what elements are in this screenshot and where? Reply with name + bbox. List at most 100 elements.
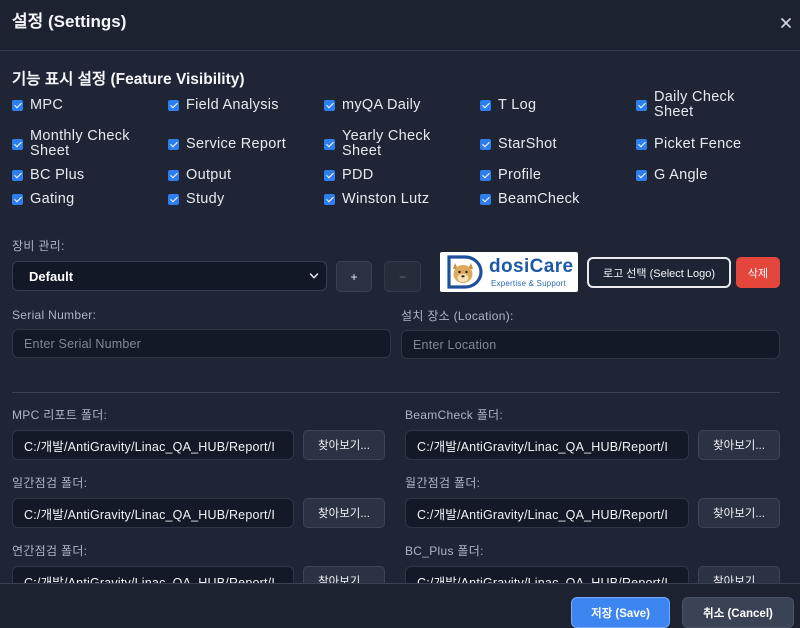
feature-item-profile[interactable]: Profile — [480, 168, 636, 183]
checkbox-monthly-check-sheet[interactable] — [12, 138, 23, 150]
checkbox-beamcheck[interactable] — [480, 194, 491, 205]
dialog-footer: 저장 (Save) 취소 (Cancel) — [0, 583, 800, 628]
feature-label-beamcheck: BeamCheck — [498, 191, 580, 207]
feature-label-mpc: MPC — [30, 96, 64, 113]
settings-dialog: 설정 (Settings) 기능 표시 설정 (Feature Visibili… — [0, 0, 800, 628]
equipment-select-value: Default — [29, 268, 74, 284]
feature-item-winston-lutz[interactable]: Winston Lutz — [324, 192, 480, 207]
feature-label-study: Study — [186, 191, 225, 207]
yearly-check-folder-label: 연간점검 폴더: — [12, 544, 88, 558]
bc-plus-folder-input[interactable] — [405, 566, 689, 583]
feature-label-yearly-check-sheet: Yearly Check Sheet — [342, 128, 431, 159]
feature-item-study[interactable]: Study — [168, 192, 324, 207]
checkbox-study[interactable] — [168, 194, 179, 205]
checkbox-gating[interactable] — [12, 194, 23, 205]
checkbox-profile[interactable] — [480, 170, 491, 181]
feature-item-field-analysis[interactable]: Field Analysis — [168, 90, 324, 120]
checkbox-service-report[interactable] — [168, 138, 179, 150]
feature-item-mpc[interactable]: MPC — [12, 90, 168, 120]
feature-item-g-angle[interactable]: G Angle — [636, 168, 792, 183]
logo-tagline-text: Expertise & Support — [491, 279, 566, 288]
feature-label-output: Output — [186, 167, 232, 183]
feature-label-daily-check-sheet: Daily Check Sheet — [654, 89, 735, 120]
feature-label-field-analysis: Field Analysis — [186, 96, 279, 113]
bc-plus-folder-label: BC_Plus 폴더: — [405, 544, 484, 558]
feature-item-starshot[interactable]: StarShot — [480, 129, 636, 159]
checkbox-pdd[interactable] — [324, 170, 335, 181]
checkbox-winston-lutz[interactable] — [324, 194, 335, 205]
checkbox-field-analysis[interactable] — [168, 99, 179, 111]
checkbox-t-log[interactable] — [480, 99, 491, 111]
checkbox-myqa-daily[interactable] — [324, 99, 335, 111]
feature-label-monthly-check-sheet: Monthly Check Sheet — [30, 128, 130, 159]
logo-brand-text: dosiCare — [489, 256, 574, 277]
equipment-select[interactable]: Default — [12, 261, 327, 291]
feature-label-t-log: T Log — [498, 96, 537, 113]
dog-logo-icon — [447, 255, 483, 289]
close-button[interactable] — [779, 16, 793, 30]
feature-label-myqa-daily: myQA Daily — [342, 96, 421, 113]
mpc-folder-input[interactable] — [12, 430, 294, 460]
feature-item-gating[interactable]: Gating — [12, 192, 168, 207]
monthly-check-folder-label: 월간점검 폴더: — [405, 476, 481, 490]
feature-label-profile: Profile — [498, 167, 542, 183]
feature-item-daily-check-sheet[interactable]: Daily Check Sheet — [636, 90, 792, 120]
feature-item-service-report[interactable]: Service Report — [168, 129, 324, 159]
equipment-label: 장비 관리: — [12, 239, 65, 253]
section-divider — [12, 392, 780, 393]
beamcheck-folder-label: BeamCheck 폴더: — [405, 408, 504, 422]
checkbox-g-angle[interactable] — [636, 170, 647, 181]
feature-item-bc-plus[interactable]: BC Plus — [12, 168, 168, 183]
feature-label-g-angle: G Angle — [654, 167, 708, 183]
feature-item-output[interactable]: Output — [168, 168, 324, 183]
mpc-folder-browse-button[interactable]: 찾아보기... — [303, 430, 385, 460]
yearly-check-folder-browse-button[interactable]: 찾아보기... — [303, 566, 385, 583]
serial-number-label: Serial Number: — [12, 308, 97, 322]
location-input[interactable] — [401, 330, 780, 359]
feature-label-service-report: Service Report — [186, 135, 287, 152]
remove-equipment-button[interactable]: − — [384, 261, 421, 292]
feature-item-picket-fence[interactable]: Picket Fence — [636, 129, 792, 159]
bc-plus-folder-browse-button[interactable]: 찾아보기... — [698, 566, 780, 583]
checkbox-daily-check-sheet[interactable] — [636, 99, 647, 111]
feature-item-yearly-check-sheet[interactable]: Yearly Check Sheet — [324, 129, 480, 159]
delete-logo-button[interactable]: 삭제 — [736, 257, 780, 288]
dialog-title: 설정 (Settings) — [12, 12, 127, 31]
daily-check-folder-label: 일간점검 폴더: — [12, 476, 88, 490]
add-equipment-button[interactable]: + — [336, 261, 372, 292]
feature-item-myqa-daily[interactable]: myQA Daily — [324, 90, 480, 120]
feature-item-t-log[interactable]: T Log — [480, 90, 636, 120]
yearly-check-folder-input[interactable] — [12, 566, 294, 583]
feature-label-starshot: StarShot — [498, 135, 557, 152]
chevron-down-icon — [309, 273, 319, 279]
feature-label-picket-fence: Picket Fence — [654, 135, 742, 152]
feature-item-monthly-check-sheet[interactable]: Monthly Check Sheet — [12, 129, 168, 159]
checkbox-mpc[interactable] — [12, 99, 23, 111]
checkbox-picket-fence[interactable] — [636, 138, 647, 150]
feature-label-bc-plus: BC Plus — [30, 167, 85, 183]
location-label: 설치 장소 (Location): — [401, 309, 514, 323]
beamcheck-folder-input[interactable] — [405, 430, 689, 460]
checkbox-starshot[interactable] — [480, 138, 491, 150]
beamcheck-folder-browse-button[interactable]: 찾아보기... — [698, 430, 780, 460]
select-logo-button[interactable]: 로고 선택 (Select Logo) — [587, 257, 731, 288]
feature-item-beamcheck[interactable]: BeamCheck — [480, 192, 636, 207]
monthly-check-folder-input[interactable] — [405, 498, 689, 528]
checkbox-yearly-check-sheet[interactable] — [324, 138, 335, 150]
feature-label-winston-lutz: Winston Lutz — [342, 191, 430, 207]
daily-check-folder-input[interactable] — [12, 498, 294, 528]
daily-check-folder-browse-button[interactable]: 찾아보기... — [303, 498, 385, 528]
checkbox-output[interactable] — [168, 170, 179, 181]
serial-number-input[interactable] — [12, 329, 391, 358]
feature-visibility-heading: 기능 표시 설정 (Feature Visibility) — [12, 71, 245, 88]
settings-content[interactable]: 기능 표시 설정 (Feature Visibility) MPC Field … — [0, 51, 800, 583]
feature-label-pdd: PDD — [342, 167, 374, 183]
close-icon — [781, 18, 791, 28]
feature-item-pdd[interactable]: PDD — [324, 168, 480, 183]
dialog-header: 설정 (Settings) — [0, 0, 800, 51]
checkbox-bc-plus[interactable] — [12, 170, 23, 181]
monthly-check-folder-browse-button[interactable]: 찾아보기... — [698, 498, 780, 528]
save-button[interactable]: 저장 (Save) — [571, 597, 670, 628]
mpc-folder-label: MPC 리포트 폴더: — [12, 408, 108, 422]
cancel-button[interactable]: 취소 (Cancel) — [682, 597, 794, 628]
